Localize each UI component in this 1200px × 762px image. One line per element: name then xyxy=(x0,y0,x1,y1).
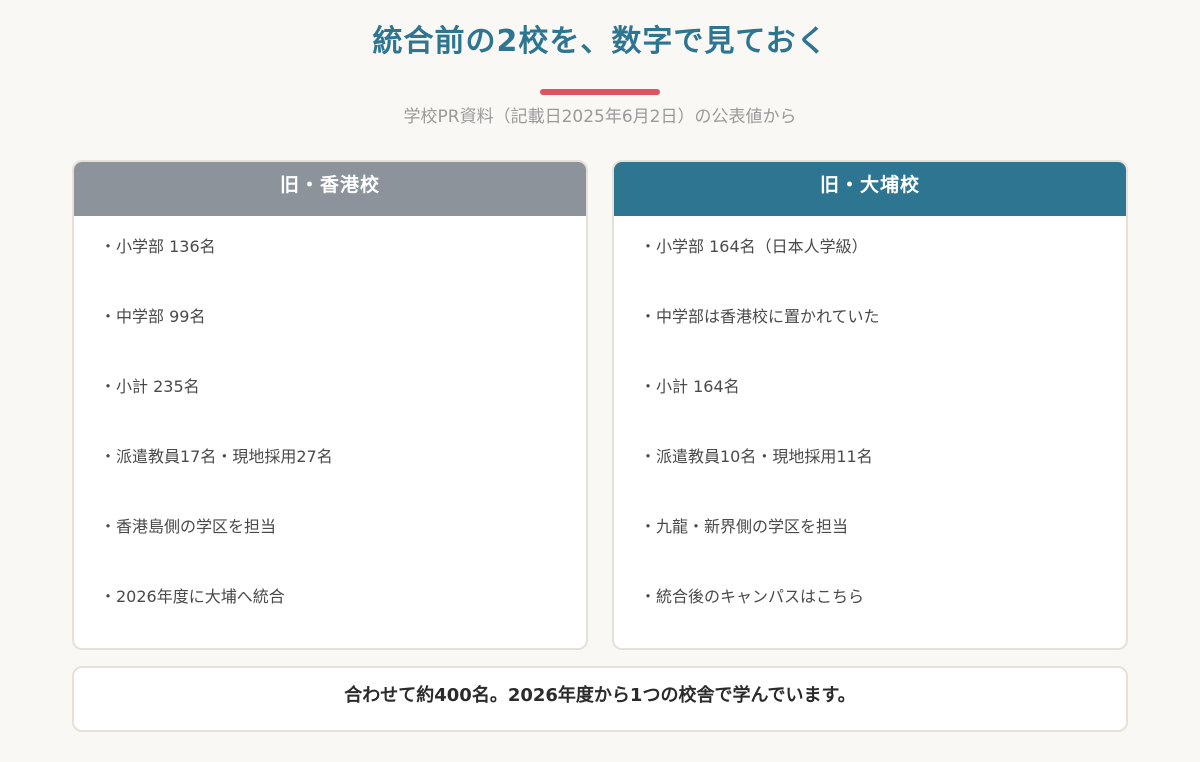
page-title: 統合前の2校を、数字で見ておく xyxy=(372,24,828,59)
card-list: ・小学部 136名 ・中学部 99名 ・小計 235名 ・派遣教員17名・現地採… xyxy=(74,216,586,648)
list-item: ・派遣教員17名・現地採用27名 xyxy=(100,447,333,466)
list-item: ・統合後のキャンパスはこちら xyxy=(640,587,865,606)
page-subtitle: 学校PR資料（記載日2025年6月2日）の公表値から xyxy=(403,107,797,127)
list-item: ・小計 164名 xyxy=(640,377,740,396)
list-item: ・2026年度に大埔へ統合 xyxy=(100,587,285,606)
card-header: 旧・香港校 xyxy=(74,162,586,216)
list-item: ・中学部 99名 xyxy=(100,307,206,326)
summary-box: 合わせて約400名。2026年度から1つの校舎で学んでいます。 xyxy=(72,666,1128,732)
list-item: ・中学部は香港校に置かれていた xyxy=(640,307,880,326)
list-item: ・香港島側の学区を担当 xyxy=(100,517,277,536)
card-list: ・小学部 164名（日本人学級） ・中学部は香港校に置かれていた ・小計 164… xyxy=(614,216,1126,648)
list-item: ・九龍・新界側の学区を担当 xyxy=(640,517,849,536)
card-taipo-school: 旧・大埔校 ・小学部 164名（日本人学級） ・中学部は香港校に置かれていた ・… xyxy=(612,160,1128,650)
list-item: ・小学部 136名 xyxy=(100,237,216,256)
card-header: 旧・大埔校 xyxy=(614,162,1126,216)
list-item: ・小計 235名 xyxy=(100,377,200,396)
card-hongkong-school: 旧・香港校 ・小学部 136名 ・中学部 99名 ・小計 235名 ・派遣教員1… xyxy=(72,160,588,650)
list-item: ・派遣教員10名・現地採用11名 xyxy=(640,447,873,466)
title-underline xyxy=(540,89,660,95)
list-item: ・小学部 164名（日本人学級） xyxy=(640,237,868,256)
